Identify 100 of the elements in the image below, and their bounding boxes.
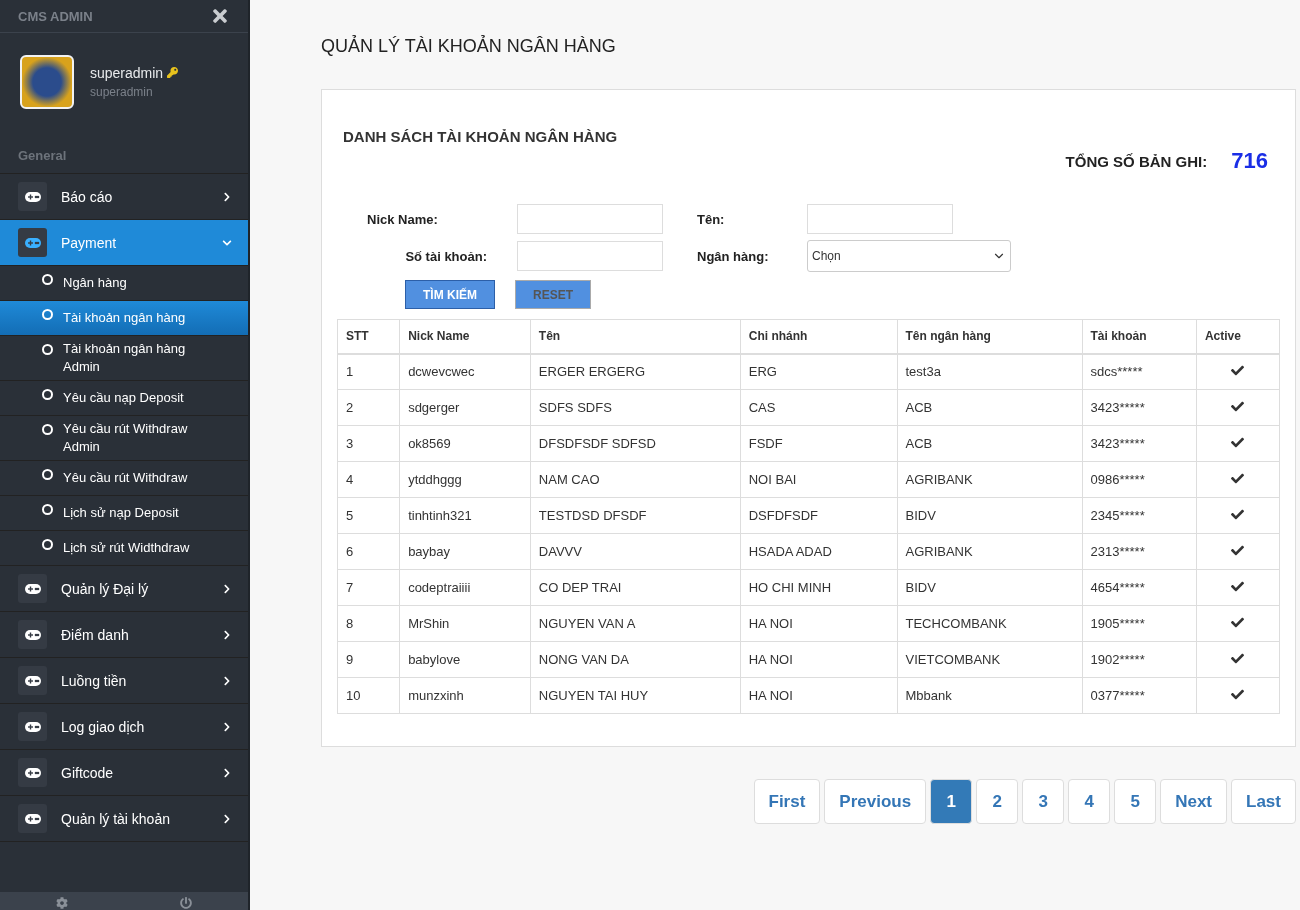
gamepad-icon xyxy=(24,237,41,248)
table-cell: ACB xyxy=(897,389,1082,426)
table-cell: ACB xyxy=(897,425,1082,462)
power-icon[interactable] xyxy=(180,897,192,909)
table-cell: ERGER ERGERG xyxy=(530,353,741,390)
gamepad-icon xyxy=(24,721,41,732)
table-cell: HA NOI xyxy=(740,641,897,678)
table-cell: 4654***** xyxy=(1082,569,1197,606)
table-cell: NGUYEN VAN A xyxy=(530,605,741,642)
table-cell: 9 xyxy=(337,641,400,678)
filter-label: Ngân hàng: xyxy=(697,248,769,264)
page-button[interactable]: 2 xyxy=(976,779,1019,824)
profile-name: superadmin xyxy=(90,64,164,81)
table-cell: HA NOI xyxy=(740,605,897,642)
bank-select[interactable]: Chọn xyxy=(807,240,1011,272)
page-button[interactable]: 4 xyxy=(1068,779,1111,824)
chevron-right-icon xyxy=(222,721,232,732)
gamepad-icon xyxy=(24,675,41,686)
table-cell: 2 xyxy=(337,389,400,426)
table-cell: AGRIBANK xyxy=(897,461,1082,498)
input-field[interactable] xyxy=(807,204,953,234)
table-cell: 2313***** xyxy=(1082,533,1197,570)
chevron-right-icon xyxy=(222,675,232,686)
input-field[interactable] xyxy=(517,204,663,234)
table-cell: HA NOI xyxy=(740,677,897,714)
table-cell: DSFDFSDF xyxy=(740,497,897,534)
table-cell: babylove xyxy=(399,641,531,678)
table-cell: 10 xyxy=(337,677,400,714)
table-cell: ERG xyxy=(740,353,897,390)
column-header: Active xyxy=(1196,319,1280,354)
gamepad-icon xyxy=(24,813,41,824)
table-cell: 1905***** xyxy=(1082,605,1197,642)
page-button[interactable]: Last xyxy=(1231,779,1296,824)
table-cell: 6 xyxy=(337,533,400,570)
table-cell: sdcs***** xyxy=(1082,353,1197,390)
page-button[interactable]: 3 xyxy=(1022,779,1065,824)
page-button[interactable]: Previous xyxy=(824,779,927,824)
table-cell: NAM CAO xyxy=(530,461,741,498)
gamepad-icon xyxy=(24,629,41,640)
table-cell: 2345***** xyxy=(1082,497,1197,534)
table-cell: 3423***** xyxy=(1082,389,1197,426)
column-header: STT xyxy=(337,319,400,354)
total-label: TỔNG SỐ BẢN GHI: xyxy=(1065,152,1208,170)
table-cell: sdgerger xyxy=(399,389,531,426)
chevron-down-icon xyxy=(222,237,232,248)
table-cell: ok8569 xyxy=(399,425,531,462)
table-cell: 3 xyxy=(337,425,400,462)
page-button[interactable]: 1 xyxy=(930,779,973,824)
table-cell: TESTDSD DFSDF xyxy=(530,497,741,534)
profile-role: superadmin xyxy=(90,84,154,99)
column-header: Chi nhánh xyxy=(740,319,897,354)
column-header: Tên ngân hàng xyxy=(897,319,1082,354)
table-cell: FSDF xyxy=(740,425,897,462)
chevron-right-icon xyxy=(222,629,232,640)
avatar-logo xyxy=(20,54,74,109)
chevron-right-icon xyxy=(222,813,232,824)
table-cell: SDFS SDFS xyxy=(530,389,741,426)
filter-label: Nick Name: xyxy=(367,211,438,227)
panel-title: DANH SÁCH TÀI KHOẢN NGÂN HÀNG xyxy=(343,128,618,147)
table-cell: dcwevcwec xyxy=(399,353,531,390)
column-header: Tài khoản xyxy=(1082,319,1197,354)
table-cell: TECHCOMBANK xyxy=(897,605,1082,642)
submenu-item[interactable]: Tài khoản ngân hàng xyxy=(0,301,248,336)
table-cell: 0377***** xyxy=(1082,677,1197,714)
table-cell: 8 xyxy=(337,605,400,642)
chevron-right-icon xyxy=(222,767,232,778)
page-button[interactable]: Next xyxy=(1160,779,1228,824)
table-cell: VIETCOMBANK xyxy=(897,641,1082,678)
page-button[interactable]: First xyxy=(753,779,821,824)
chevron-right-icon xyxy=(222,191,232,202)
gamepad-icon xyxy=(24,583,41,594)
sidebar-item[interactable]: Payment xyxy=(0,220,248,266)
total-count: 716 xyxy=(1231,148,1268,174)
table-cell: munzxinh xyxy=(399,677,531,714)
filter-label: Tên: xyxy=(697,211,725,227)
page-title: QUẢN LÝ TÀI KHOẢN NGÂN HÀNG xyxy=(321,36,617,57)
table-cell: 3423***** xyxy=(1082,425,1197,462)
key-icon xyxy=(167,67,179,78)
settings-icon[interactable] xyxy=(56,897,68,909)
table-cell: BIDV xyxy=(897,497,1082,534)
table-cell: HSADA ADAD xyxy=(740,533,897,570)
table-cell: MrShin xyxy=(399,605,531,642)
table-cell: DAVVV xyxy=(530,533,741,570)
filter-label: Số tài khoản: xyxy=(405,248,488,264)
table-cell: HO CHI MINH xyxy=(740,569,897,606)
table-cell: NONG VAN DA xyxy=(530,641,741,678)
table-cell: NOI BAI xyxy=(740,461,897,498)
table-cell: CO DEP TRAI xyxy=(530,569,741,606)
table-cell: tinhtinh321 xyxy=(399,497,531,534)
table-cell: 4 xyxy=(337,461,400,498)
input-field[interactable] xyxy=(517,241,663,271)
table-cell: 1 xyxy=(337,353,400,390)
column-header: Nick Name xyxy=(399,319,531,354)
table-cell: 7 xyxy=(337,569,400,606)
page-button[interactable]: 5 xyxy=(1114,779,1157,824)
close-button[interactable] xyxy=(210,6,230,26)
column-header: Tên xyxy=(530,319,741,354)
gamepad-icon xyxy=(24,767,41,778)
gamepad-icon xyxy=(24,191,41,202)
table-cell: baybay xyxy=(399,533,531,570)
